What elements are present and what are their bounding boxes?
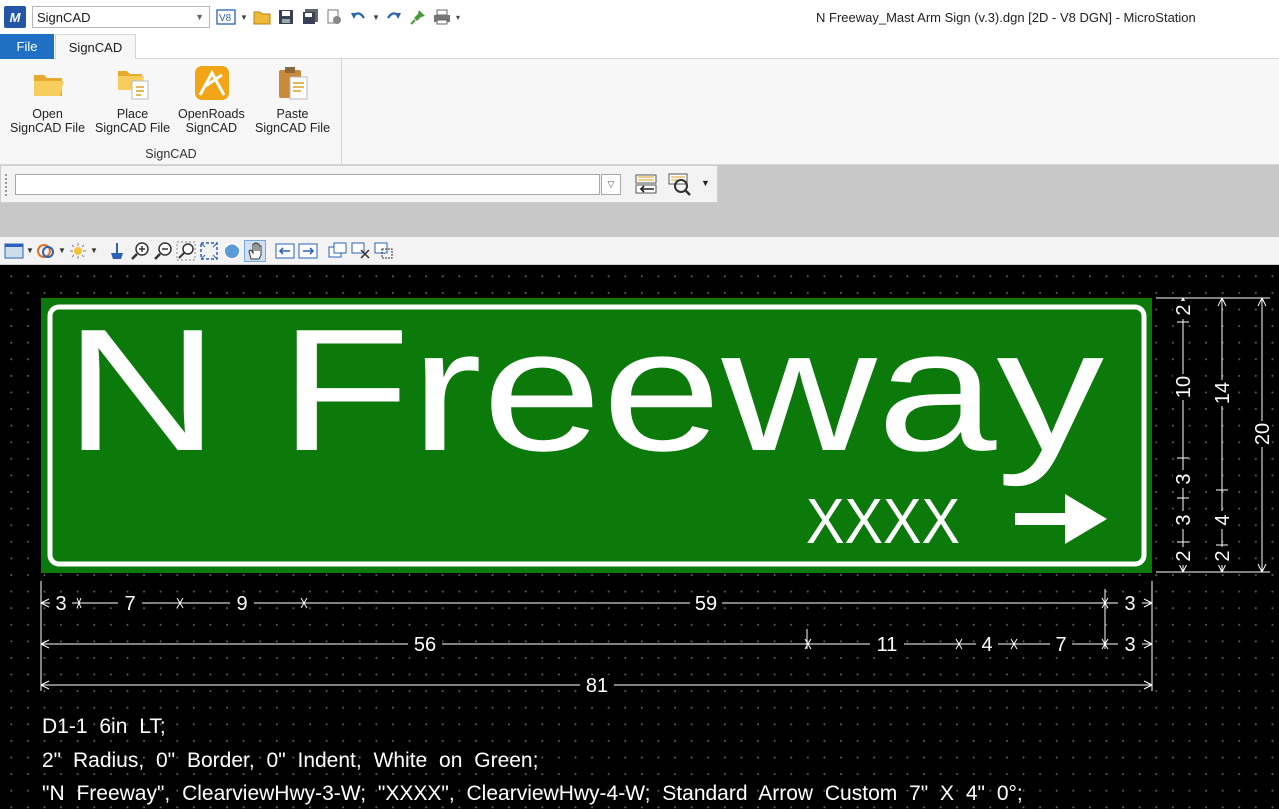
- dim-row2-1: 11: [877, 634, 898, 656]
- window-title: N Freeway_Mast Arm Sign (v.3).dgn [2D - …: [816, 10, 1196, 25]
- zoom-in-icon[interactable]: [129, 240, 151, 262]
- redo-icon[interactable]: [384, 7, 404, 27]
- find-key-in-icon[interactable]: [667, 171, 693, 197]
- tab-signcad[interactable]: SignCAD: [55, 34, 136, 60]
- view-next-icon[interactable]: [297, 240, 319, 262]
- clip-mask-icon[interactable]: [373, 240, 395, 262]
- document-settings-icon[interactable]: [324, 7, 344, 27]
- dim-vinner-3: 3: [1173, 514, 1195, 525]
- save-all-icon[interactable]: [300, 7, 320, 27]
- open-signcad-label-1: Open: [32, 107, 63, 121]
- key-in-history-dropdown[interactable]: ▽: [601, 174, 621, 195]
- dim-row2-3: 7: [1055, 634, 1066, 656]
- ribbon-group-label: SignCAD: [145, 147, 197, 161]
- openroads-signcad-button[interactable]: OpenRoads SignCAD: [178, 65, 245, 135]
- vertical-dimension-labels: 2 10 3 3 2 14 4 2 20: [1173, 301, 1274, 565]
- pan-view-icon[interactable]: [244, 239, 266, 262]
- chevron-down-icon: ▼: [195, 12, 204, 22]
- dim-vmid-1: 4: [1212, 514, 1234, 525]
- drawing-svg: N Freeway XXXX 3 7 9 59 3 56 11 4 7 3 81…: [40, 292, 1274, 697]
- toolbar-dock-area: ▽ ▼: [0, 165, 1279, 237]
- zoom-out-icon[interactable]: [152, 240, 174, 262]
- customize-toolbar-icon[interactable]: ▾: [456, 13, 464, 22]
- workflow-select-value: SignCAD: [37, 9, 91, 25]
- toolbar-grip-handle[interactable]: [5, 174, 8, 196]
- save-icon[interactable]: [276, 7, 296, 27]
- view-previous-icon[interactable]: [274, 240, 296, 262]
- freeway-sign[interactable]: N Freeway XXXX: [41, 292, 1152, 573]
- sign-annotation-legend: "N Freeway", ClearviewHwy-3-W; "XXXX", C…: [42, 782, 1023, 805]
- rotate-view-icon[interactable]: [221, 240, 243, 262]
- open-folder-icon[interactable]: [252, 7, 272, 27]
- openroads-signcad-label-1: OpenRoads: [178, 107, 245, 121]
- openroads-signcad-label-2: SignCAD: [185, 121, 238, 135]
- drawing-canvas[interactable]: N Freeway XXXX 3 7 9 59 3 56 11 4 7 3 81…: [0, 265, 1279, 809]
- dim-row2-0: 56: [414, 634, 436, 656]
- key-in-input[interactable]: [15, 174, 600, 195]
- undo-icon[interactable]: [348, 7, 368, 27]
- openroads-signcad-icon: [194, 65, 230, 101]
- dim-vinner-2: 3: [1173, 473, 1195, 484]
- tab-file[interactable]: File: [0, 34, 54, 59]
- paste-signcad-label-1: Paste: [276, 107, 309, 121]
- dim-row2-4: 3: [1124, 634, 1135, 656]
- key-in-browser-icon[interactable]: [633, 171, 659, 197]
- chevron-down-icon[interactable]: ▼: [26, 246, 34, 255]
- chevron-down-icon[interactable]: ▼: [58, 246, 66, 255]
- key-in-toolbar: ▽ ▼: [0, 165, 718, 203]
- ribbon-panel: Open SignCAD File Place SignCAD File Ope…: [0, 59, 1279, 165]
- chevron-down-icon[interactable]: ▼: [240, 13, 248, 22]
- signcad-ribbon-group: Open SignCAD File Place SignCAD File Ope…: [0, 59, 342, 165]
- dim-row1-4: 3: [1124, 593, 1135, 615]
- sign-annotation-style: 2" Radius, 0" Border, 0" Indent, White o…: [42, 749, 539, 772]
- folder-open-icon: [31, 65, 65, 101]
- open-signcad-label-2: SignCAD File: [10, 121, 86, 135]
- fit-view-icon[interactable]: [198, 240, 220, 262]
- dim-row2-2: 4: [981, 634, 992, 656]
- clip-volume-icon[interactable]: [350, 240, 372, 262]
- folder-place-icon: [116, 65, 150, 101]
- copy-view-icon[interactable]: [327, 240, 349, 262]
- place-signcad-file-button[interactable]: Place SignCAD File: [95, 65, 170, 135]
- print-icon[interactable]: [432, 7, 452, 27]
- dim-vmid-2: 2: [1212, 550, 1234, 561]
- place-signcad-label-2: SignCAD File: [95, 121, 171, 135]
- place-signcad-label-1: Place: [116, 107, 149, 121]
- dim-row1-1: 7: [124, 593, 135, 615]
- chevron-down-icon[interactable]: ▼: [372, 13, 380, 22]
- dim-row1-3: 59: [695, 593, 717, 615]
- horizontal-dimension-labels: 3 7 9 59 3 56 11 4 7 3 81: [50, 593, 1142, 697]
- v8-label: V8: [219, 13, 232, 24]
- dim-vmid-0: 14: [1212, 382, 1234, 404]
- chevron-down-icon[interactable]: ▼: [701, 178, 710, 188]
- microstation-logo-icon[interactable]: M: [4, 6, 26, 28]
- chevron-down-icon[interactable]: ▼: [90, 246, 98, 255]
- dim-row1-2: 9: [236, 593, 247, 615]
- view-toolbar: ▼ ▼ ▼: [0, 237, 1279, 265]
- paste-signcad-file-button[interactable]: Paste SignCAD File: [255, 65, 330, 135]
- lighting-icon[interactable]: [67, 240, 89, 262]
- dim-vinner-1: 10: [1173, 376, 1195, 398]
- window-area-icon[interactable]: [175, 240, 197, 262]
- workflow-select[interactable]: SignCAD ▼: [32, 6, 210, 28]
- view-attributes-icon[interactable]: [3, 240, 25, 262]
- display-style-icon[interactable]: [35, 240, 57, 262]
- update-view-icon[interactable]: [106, 240, 128, 262]
- dim-row3-0: 81: [586, 675, 608, 697]
- open-signcad-file-button[interactable]: Open SignCAD File: [10, 65, 85, 135]
- dim-vouter-0: 20: [1252, 423, 1274, 445]
- pin-icon[interactable]: [408, 7, 428, 27]
- quick-access-toolbar: V8 ▼ ▼ ▾: [216, 7, 464, 27]
- ribbon-tabs: File SignCAD: [0, 34, 1279, 60]
- dim-vinner-4: 2: [1173, 550, 1195, 561]
- v8-icon[interactable]: V8: [216, 7, 236, 27]
- sign-annotation-code: D1-1 6in LT;: [42, 715, 166, 738]
- clipboard-paste-icon: [276, 65, 310, 101]
- sign-subtitle: XXXX: [806, 485, 960, 557]
- sign-title: N Freeway: [64, 292, 1104, 487]
- paste-signcad-label-2: SignCAD File: [255, 121, 331, 135]
- dim-row1-0: 3: [55, 593, 66, 615]
- title-bar: M SignCAD ▼ V8 ▼ ▼ ▾ N Freeway_Mast Arm …: [0, 0, 1279, 34]
- dim-vinner-0: 2: [1173, 304, 1195, 315]
